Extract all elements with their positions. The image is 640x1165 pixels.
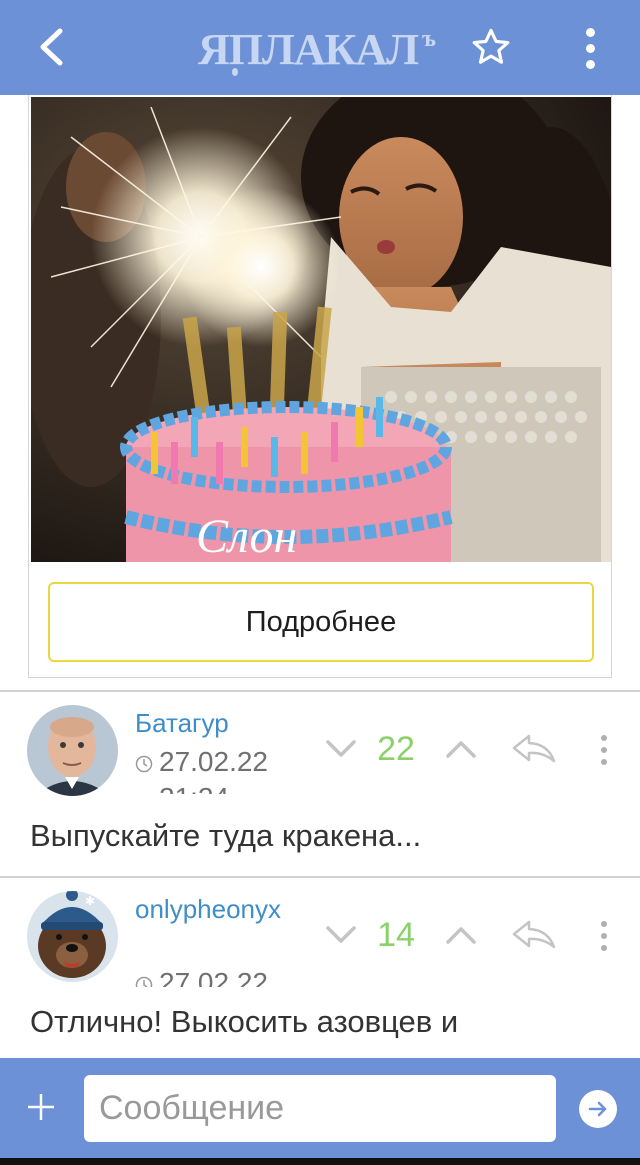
comment-time-text: 21:24 [159,782,229,794]
chevron-up-icon [446,741,476,758]
comment-item: ✱ onlypheonyx 27.02.22 14 Отлично! Выкос… [0,878,640,1058]
kebab-dot [601,735,607,741]
kebab-dot [601,759,607,765]
comment-text: Выпускайте туда кракена... [30,818,422,853]
menu-dot [585,59,595,69]
clock-icon [135,976,153,987]
kebab-dot [601,945,607,951]
svg-text:ъ: ъ [422,26,436,52]
comment-date-text: 27.02.22 [159,746,268,777]
favorite-button[interactable] [466,22,516,72]
cake-lettering: Слон [196,510,297,562]
top-app-bar: ЯПЛАКАЛ ъ [0,0,640,95]
kebab-dot [601,933,607,939]
menu-dot [585,43,595,53]
star-outline-icon [472,28,510,64]
reply-button[interactable] [510,731,558,767]
svg-text:✱: ✱ [85,894,95,908]
comment-text: Отлично! Выкосить азовцев и [30,1004,459,1039]
comment-item: Батагур 27.02.22 21:24 22 Выпускайте туд… [0,692,640,876]
message-input[interactable] [84,1075,556,1142]
comment-more-button[interactable] [596,732,612,768]
post-card: Слон Подробнее [28,95,612,678]
kebab-dot [601,747,607,753]
reply-icon [512,920,556,949]
menu-dot [585,27,595,37]
system-nav-strip [0,1158,640,1165]
clock-icon [135,755,153,772]
comment-more-button[interactable] [596,918,612,954]
chevron-down-icon [326,740,356,757]
vote-up-button[interactable] [442,920,480,950]
vote-down-button[interactable] [322,920,360,950]
attach-button[interactable] [20,1086,62,1128]
chevron-up-icon [446,927,476,944]
avatar[interactable]: ✱ [27,891,118,982]
app-screen: ЯПЛАКАЛ ъ Слон Подробнее Батагур 27.02.2… [0,0,640,1165]
comment-date: 27.02.22 [135,965,268,987]
kebab-dot [601,921,607,927]
chevron-down-icon [326,926,356,943]
send-button[interactable] [579,1090,617,1128]
avatar[interactable] [27,705,118,796]
plus-icon [28,1094,54,1120]
post-image[interactable]: Слон [31,97,611,562]
comment-author[interactable]: onlypheonyx [135,891,295,965]
arrow-right-circle-icon [588,1101,607,1117]
more-menu-button[interactable] [570,20,610,76]
reply-icon [512,734,556,763]
comment-score: 22 [377,730,415,768]
comment-score: 14 [377,916,415,954]
comment-date: 27.02.22 21:24 [135,744,268,794]
more-button[interactable]: Подробнее [48,582,594,662]
svg-text:ЯПЛАКАЛ: ЯПЛАКАЛ [198,25,419,74]
comment-author[interactable]: Батагур [135,705,295,742]
chevron-left-icon [40,28,63,66]
comment-date-text: 27.02.22 [159,967,268,987]
site-logo[interactable]: ЯПЛАКАЛ ъ [196,20,446,76]
message-composer [0,1058,640,1158]
vote-up-button[interactable] [442,734,480,764]
reply-button[interactable] [510,917,558,953]
vote-down-button[interactable] [322,734,360,764]
back-button[interactable] [24,22,78,72]
